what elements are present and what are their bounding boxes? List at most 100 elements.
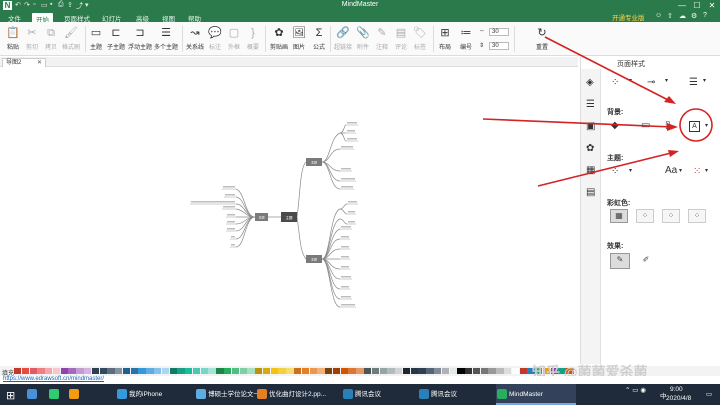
- taskbar-item[interactable]: 腾讯会议: [418, 384, 490, 405]
- color-swatch[interactable]: [465, 368, 473, 374]
- color-swatch[interactable]: [325, 368, 333, 374]
- color-swatch[interactable]: [278, 368, 286, 374]
- taskbar-item[interactable]: [48, 384, 64, 405]
- color-swatch[interactable]: [294, 368, 302, 374]
- color-swatch[interactable]: [154, 368, 162, 374]
- color-swatch[interactable]: [426, 368, 434, 374]
- color-swatch[interactable]: [91, 368, 100, 374]
- color-swatch[interactable]: [115, 368, 123, 374]
- taskbar-item-label: 优化曲灯设计2.pp...: [269, 391, 327, 398]
- color-swatch[interactable]: [130, 368, 139, 374]
- color-swatch[interactable]: [504, 368, 512, 374]
- color-swatch[interactable]: [387, 368, 395, 374]
- color-swatch[interactable]: [231, 368, 240, 374]
- taskbar-item[interactable]: 我的iPhone: [116, 384, 188, 405]
- color-swatch[interactable]: [457, 368, 465, 374]
- app-icon: [497, 389, 507, 399]
- color-swatch[interactable]: [402, 368, 411, 374]
- color-swatch[interactable]: [511, 368, 520, 374]
- color-swatch[interactable]: [45, 368, 53, 374]
- color-swatch[interactable]: [14, 368, 22, 374]
- tray-icons[interactable]: ⌃ ▭ ◉: [625, 386, 646, 394]
- taskbar-item[interactable]: 腾讯会议: [342, 384, 414, 405]
- color-swatch[interactable]: [138, 368, 146, 374]
- annotation-arrow: [482, 118, 674, 128]
- taskbar-item-label: 腾讯会议: [431, 391, 457, 398]
- color-swatch[interactable]: [519, 368, 527, 374]
- color-swatch[interactable]: [60, 368, 69, 374]
- color-swatch[interactable]: [270, 368, 279, 374]
- color-swatch[interactable]: [99, 368, 107, 374]
- color-swatch[interactable]: [37, 368, 45, 374]
- color-swatch[interactable]: [192, 368, 201, 374]
- clock-date[interactable]: 2020/4/8: [666, 395, 691, 402]
- annotation-circle: [679, 108, 713, 142]
- color-swatch[interactable]: [239, 368, 247, 374]
- color-swatch[interactable]: [449, 368, 457, 374]
- clock-time[interactable]: 9:00: [670, 386, 683, 393]
- color-swatch[interactable]: [472, 368, 481, 374]
- color-swatch[interactable]: [208, 368, 216, 374]
- windows-start-icon[interactable]: ⊞: [6, 389, 15, 402]
- color-swatch[interactable]: [301, 368, 310, 374]
- taskbar-item[interactable]: 优化曲灯设计2.pp...: [256, 384, 338, 405]
- color-swatch[interactable]: [286, 368, 294, 374]
- taskbar-item[interactable]: MindMaster: [496, 384, 576, 405]
- taskbar-item[interactable]: 博硕士学位论文一...: [195, 384, 265, 405]
- taskbar-item[interactable]: [26, 384, 42, 405]
- color-swatch[interactable]: [480, 368, 489, 374]
- color-swatch[interactable]: [161, 368, 170, 374]
- color-swatches: [14, 368, 574, 374]
- color-swatch[interactable]: [52, 368, 61, 374]
- color-swatch[interactable]: [107, 368, 115, 374]
- app-icon: [27, 389, 37, 399]
- color-swatch[interactable]: [224, 368, 232, 374]
- color-swatch[interactable]: [340, 368, 349, 374]
- color-swatch[interactable]: [488, 368, 496, 374]
- color-swatch[interactable]: [410, 368, 419, 374]
- color-swatch[interactable]: [262, 368, 271, 374]
- color-swatch[interactable]: [496, 368, 504, 374]
- app-icon: [196, 389, 206, 399]
- color-swatch[interactable]: [185, 368, 193, 374]
- color-swatch[interactable]: [146, 368, 154, 374]
- color-swatch[interactable]: [317, 368, 325, 374]
- app-icon: [49, 389, 59, 399]
- color-swatch[interactable]: [348, 368, 356, 374]
- taskbar-item-label: 我的iPhone: [129, 391, 163, 398]
- annotation-overlay: [482, 36, 713, 187]
- color-swatch[interactable]: [122, 368, 131, 374]
- color-swatch[interactable]: [169, 368, 177, 374]
- taskbar-item[interactable]: [68, 384, 84, 405]
- color-swatch[interactable]: [29, 368, 37, 374]
- color-swatch[interactable]: [441, 368, 450, 374]
- color-swatch[interactable]: [379, 368, 387, 374]
- website-link[interactable]: https://www.edrawsoft.cn/mindmaster/: [3, 376, 104, 382]
- notification-icon[interactable]: ▭: [706, 390, 712, 398]
- app-icon: [257, 389, 267, 399]
- color-swatch[interactable]: [418, 368, 426, 374]
- color-swatch[interactable]: [247, 368, 255, 374]
- status-bar: https://www.edrawsoft.cn/mindmaster/: [0, 376, 720, 384]
- app-icon: [69, 389, 79, 399]
- annotation-arrow: [537, 151, 676, 187]
- color-swatch[interactable]: [68, 368, 76, 374]
- color-swatch[interactable]: [76, 368, 84, 374]
- color-swatch[interactable]: [200, 368, 209, 374]
- color-swatch[interactable]: [216, 368, 224, 374]
- windows-taskbar: ⊞ 我的iPhone 博硕士学位论文一... 优化曲灯设计2.pp... 腾讯会议 腾讯…: [0, 384, 720, 405]
- app-icon: [343, 389, 353, 399]
- color-swatch[interactable]: [371, 368, 380, 374]
- color-swatch[interactable]: [395, 368, 403, 374]
- color-swatch[interactable]: [84, 368, 92, 374]
- color-swatch[interactable]: [309, 368, 317, 374]
- color-swatch[interactable]: [364, 368, 372, 374]
- color-swatch[interactable]: [332, 368, 341, 374]
- color-swatch[interactable]: [255, 368, 263, 374]
- color-swatch[interactable]: [356, 368, 364, 374]
- taskbar-item-label: MindMaster: [509, 391, 543, 398]
- annotation-arrow: [544, 36, 673, 103]
- color-swatch[interactable]: [434, 368, 442, 374]
- color-swatch[interactable]: [21, 368, 30, 374]
- color-swatch[interactable]: [177, 368, 185, 374]
